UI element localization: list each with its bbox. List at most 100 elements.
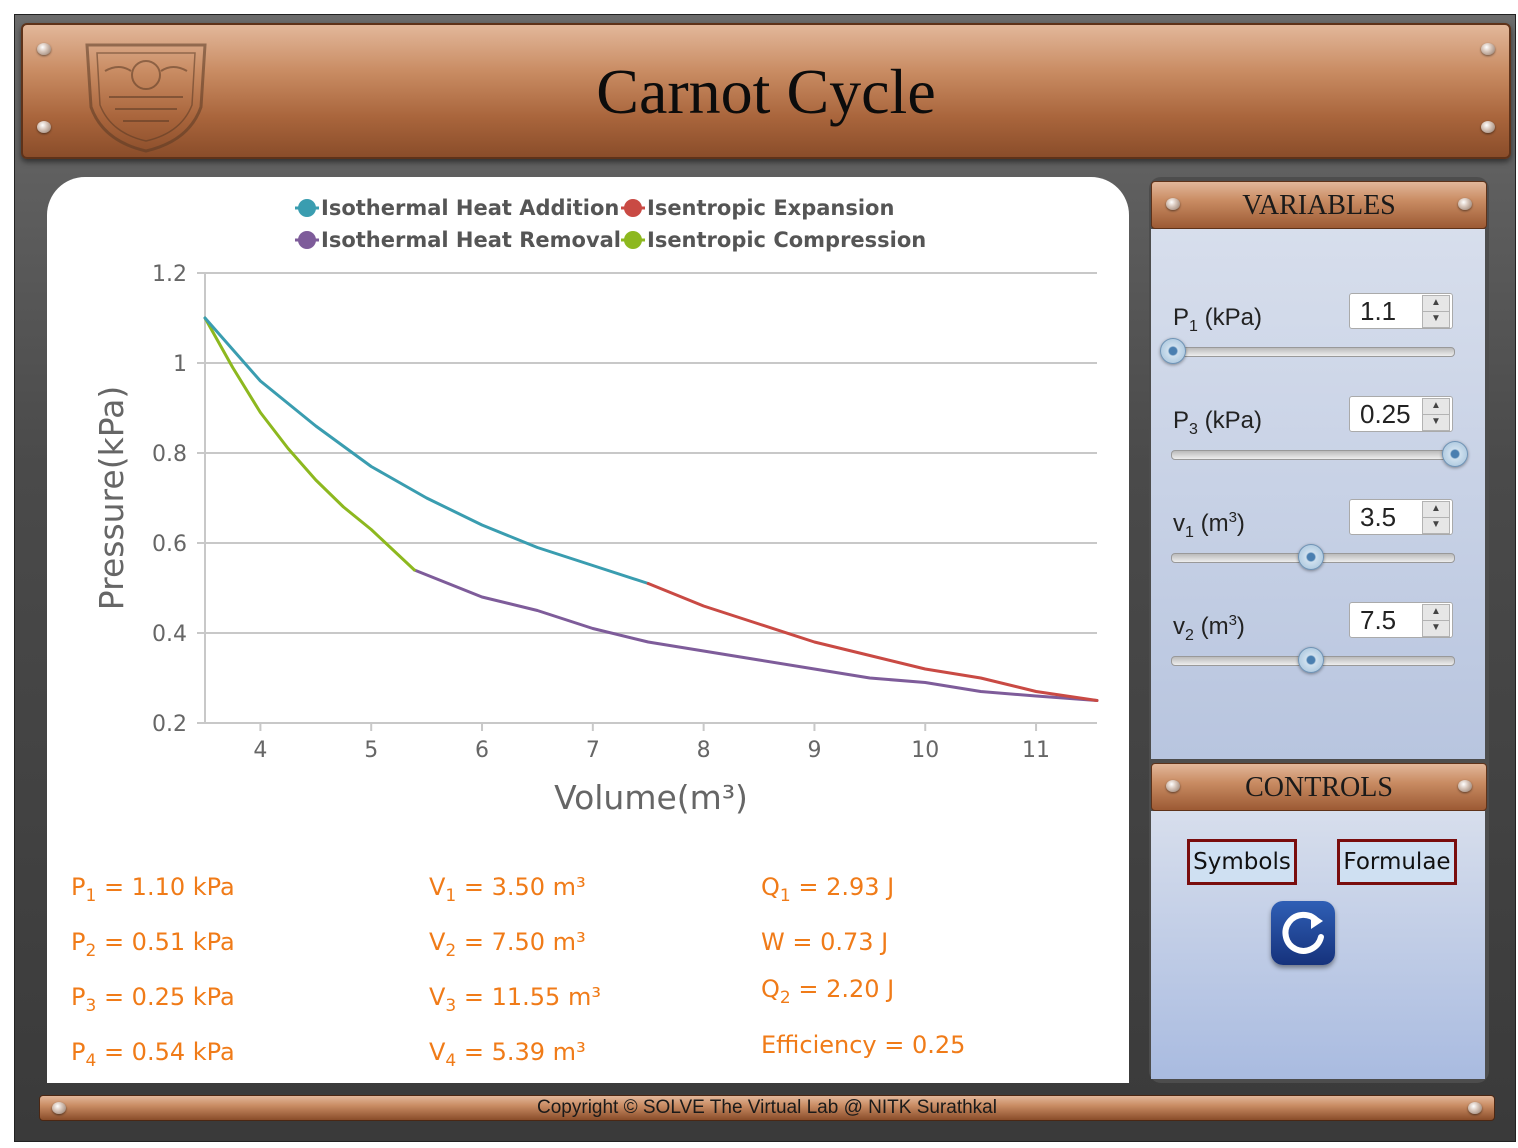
x-tick-label: 9 [807, 738, 821, 763]
result-value: = 2.93 J [790, 873, 895, 901]
variable-label-part: 2 [1185, 626, 1194, 644]
up-arrow-icon[interactable]: ▲ [1422, 398, 1450, 415]
variable-slider-track[interactable] [1171, 647, 1455, 673]
result-value: = 5.39 m³ [456, 1038, 586, 1066]
y-axis-title: Pressure(kPa) [92, 386, 131, 610]
result-symbol: P [71, 983, 86, 1011]
formulae-button[interactable]: Formulae [1337, 839, 1457, 885]
result-symbol: Q [761, 975, 780, 1003]
variable-label: v2 (m3) [1173, 612, 1245, 645]
result-symbol: P [71, 928, 86, 956]
result-col2-3: V4 = 5.39 m³ [429, 1038, 586, 1071]
variables-body: P1 (kPa) 1.1 ▲ ▼ P3 (kPa) 0.25 ▲ ▼ v1 (m3) 3.5 ▲ ▼ v… [1151, 229, 1485, 759]
result-value: = 0.51 kPa [96, 928, 235, 956]
variable-slider-track[interactable] [1171, 441, 1468, 467]
variable-slider-thumb[interactable] [1160, 338, 1186, 364]
up-arrow-icon[interactable]: ▲ [1422, 501, 1450, 518]
y-tick-label: 1 [173, 352, 187, 377]
variable-slider-thumb[interactable] [1298, 647, 1325, 673]
variable-spinner[interactable]: 0.25 ▲ ▼ [1349, 396, 1453, 432]
copyright-text: Copyright © SOLVE The Virtual Lab @ NITK… [537, 1097, 997, 1118]
y-tick-label: 0.4 [152, 622, 187, 647]
page-title: Carnot Cycle [596, 56, 936, 127]
result-symbol: V [429, 873, 446, 901]
variable-label-part: 3 [1228, 509, 1237, 526]
result-subscript: 3 [445, 995, 457, 1016]
variable-slider-thumb[interactable] [1298, 544, 1325, 570]
variable-label-part: ) [1236, 510, 1245, 537]
result-col3-2: Q2 = 2.20 J [761, 975, 894, 1008]
legend-label: Isentropic Compression [647, 228, 926, 252]
controls-body: Symbols Formulae [1151, 811, 1485, 1079]
result-symbol: P [71, 1038, 86, 1066]
variable-spinner[interactable]: 1.1 ▲ ▼ [1349, 293, 1453, 329]
variable-label: v1 (m3) [1173, 509, 1245, 542]
y-tick-label: 1.2 [152, 262, 187, 287]
x-axis-title: Volume(m³) [554, 778, 748, 817]
result-symbol: P [71, 873, 86, 901]
reset-icon [1282, 911, 1324, 954]
x-tick-label: 8 [697, 738, 711, 763]
variable-value[interactable]: 0.25 [1360, 399, 1411, 430]
reset-button[interactable] [1271, 901, 1335, 965]
variable-spinner[interactable]: 7.5 ▲ ▼ [1349, 602, 1453, 638]
result-symbol: Q [761, 873, 780, 901]
y-tick-label: 0.2 [152, 712, 187, 737]
result-value: = 11.55 m³ [456, 983, 601, 1011]
variable-label-part: (kPa) [1197, 407, 1262, 434]
variable-label-part: 3 [1189, 420, 1198, 438]
legend-marker-dot [298, 231, 316, 249]
result-col3-0: Q1 = 2.93 J [761, 873, 894, 906]
variable-label-part: 1 [1185, 523, 1194, 541]
variable-value[interactable]: 3.5 [1360, 502, 1396, 533]
x-tick-label: 6 [475, 738, 489, 763]
x-tick-label: 11 [1022, 738, 1050, 763]
result-subscript: 1 [85, 885, 97, 906]
result-value: = 7.50 m³ [456, 928, 586, 956]
variable-slider-track[interactable] [1160, 338, 1455, 364]
footer-bar: Copyright © SOLVE The Virtual Lab @ NITK… [39, 1095, 1495, 1121]
up-arrow-icon[interactable]: ▲ [1422, 604, 1450, 621]
variable-value[interactable]: 1.1 [1360, 296, 1396, 327]
variable-label-part: 1 [1189, 317, 1198, 335]
up-arrow-icon[interactable]: ▲ [1422, 295, 1450, 312]
result-subscript: 3 [85, 995, 97, 1016]
result-col3-3: Efficiency = 0.25 [761, 1031, 965, 1059]
legend-marker-dot [298, 199, 316, 217]
result-value: Efficiency = 0.25 [761, 1031, 966, 1059]
result-value: = 0.25 kPa [96, 983, 235, 1011]
down-arrow-icon[interactable]: ▼ [1422, 620, 1450, 637]
result-col1-3: P4 = 0.54 kPa [71, 1038, 235, 1071]
result-subscript: 4 [85, 1050, 97, 1071]
result-symbol: V [429, 983, 446, 1011]
result-col1-2: P3 = 0.25 kPa [71, 983, 235, 1016]
x-tick-label: 10 [911, 738, 939, 763]
result-col3-1: W = 0.73 J [761, 928, 888, 956]
down-arrow-icon[interactable]: ▼ [1422, 311, 1450, 328]
result-col1-0: P1 = 1.10 kPa [71, 873, 235, 906]
variable-label-part: (m [1193, 510, 1229, 537]
variable-label-part: (kPa) [1197, 304, 1262, 331]
down-arrow-icon[interactable]: ▼ [1422, 414, 1450, 431]
variable-slider-thumb[interactable] [1442, 441, 1468, 467]
controls-title: CONTROLS [1245, 772, 1393, 803]
legend-marker-dot [624, 199, 642, 217]
symbols-button[interactable]: Symbols [1187, 839, 1297, 885]
series-line [646, 582, 1099, 702]
controls-header: CONTROLS [1151, 763, 1487, 811]
variables-header: VARIABLES [1151, 181, 1487, 229]
variable-label-part: P [1173, 407, 1190, 434]
variable-label-part: 3 [1228, 612, 1237, 629]
x-tick-label: 5 [364, 738, 378, 763]
legend-marker-dot [624, 231, 642, 249]
variable-value[interactable]: 7.5 [1360, 605, 1396, 636]
x-tick-label: 7 [586, 738, 600, 763]
rivet-icon [37, 43, 51, 55]
variable-spinner[interactable]: 3.5 ▲ ▼ [1349, 499, 1453, 535]
title-bar: Carnot Cycle [21, 23, 1511, 159]
legend-label: Isothermal Heat Removal [321, 228, 621, 252]
down-arrow-icon[interactable]: ▼ [1422, 517, 1450, 534]
variable-label-part: v [1173, 510, 1185, 537]
variable-slider-track[interactable] [1171, 544, 1455, 570]
result-value: = 3.50 m³ [456, 873, 586, 901]
